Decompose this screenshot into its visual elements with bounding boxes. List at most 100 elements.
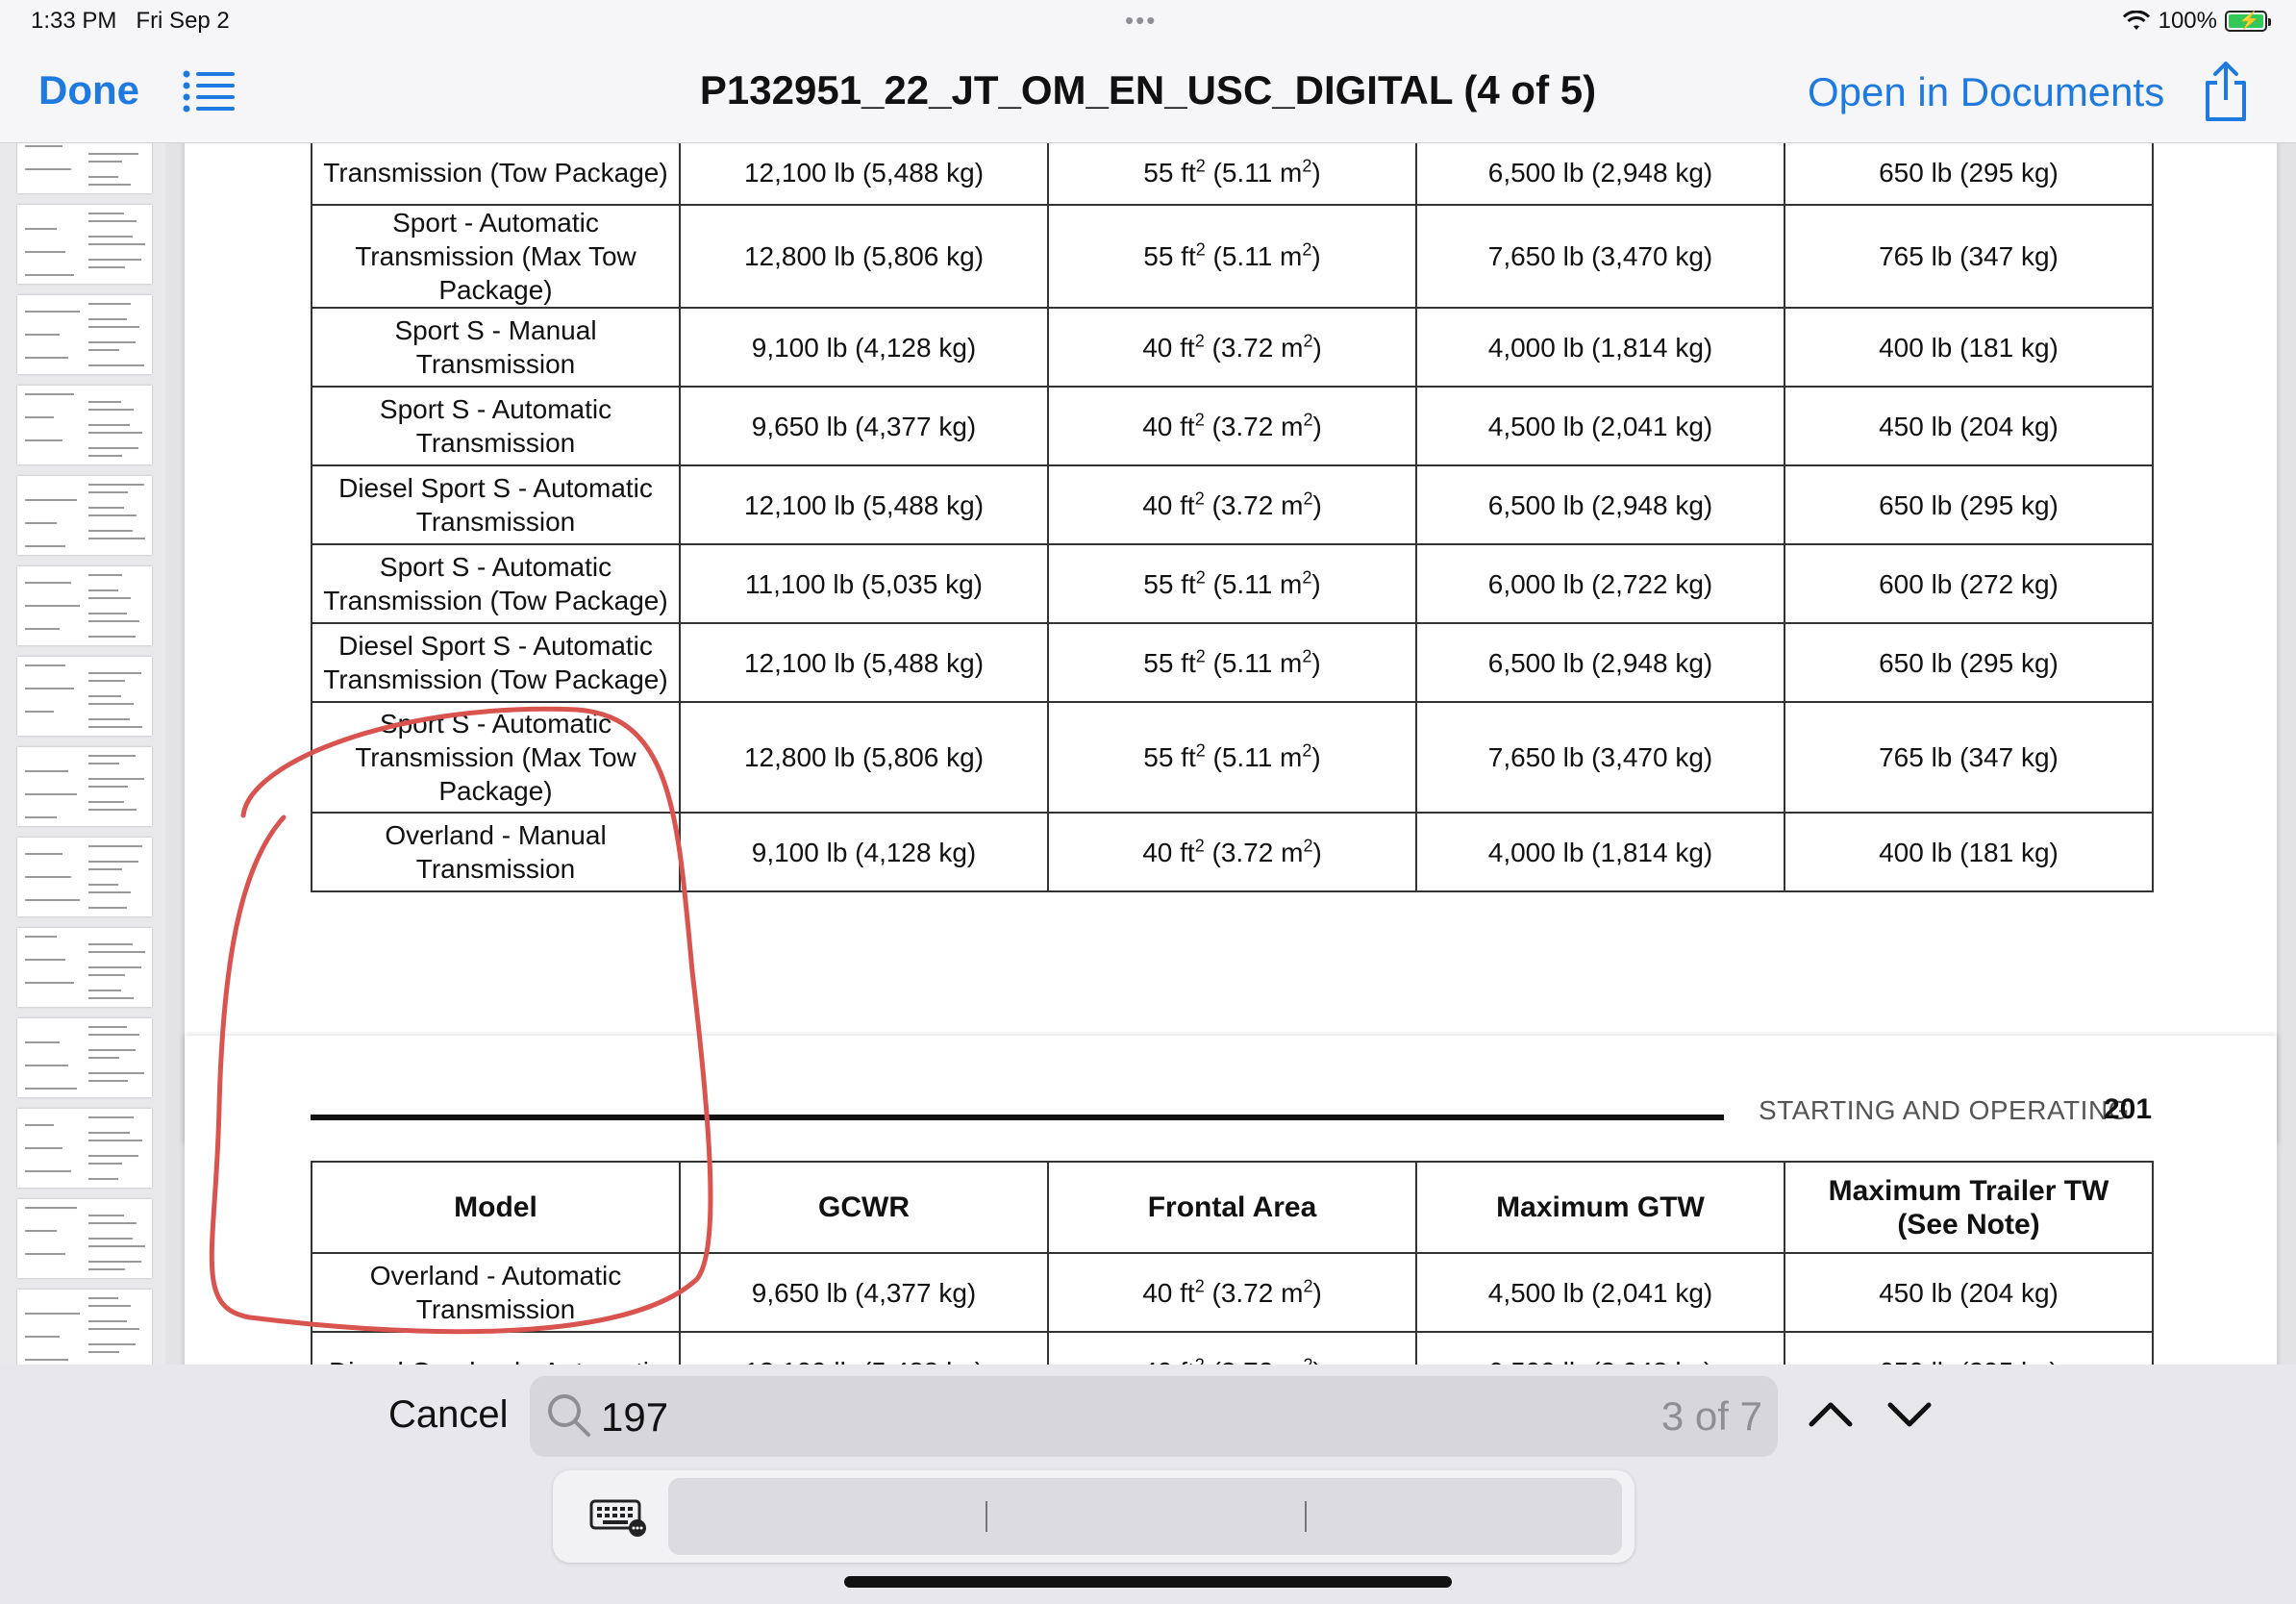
cell-max-trailer-tw: 400 lb (181 kg) xyxy=(1784,307,2154,388)
cell-max-trailer-tw: 650 lb (295 kg) xyxy=(1784,622,2154,703)
list-icon[interactable] xyxy=(183,69,235,113)
cell-frontal-area: 55 ft2 (5.11 m2) xyxy=(1047,143,1417,206)
cell-model: Overland - Manual Transmission xyxy=(311,812,681,892)
cell-frontal-area: 55 ft2 (5.11 m2) xyxy=(1047,701,1417,814)
done-button[interactable]: Done xyxy=(38,67,139,113)
towing-spec-table: Transmission (Tow Package) 12,100 lb (5,4… xyxy=(311,143,2154,892)
cell-max-trailer-tw: 765 lb (347 kg) xyxy=(1784,701,2154,814)
cell-frontal-area: 40 ft2 (3.72 m2) xyxy=(1047,386,1417,466)
cell-gcwr: 12,100 lb (5,488 kg) xyxy=(679,143,1049,206)
pdf-page: STARTING AND OPERATING 201 Model GCWR Fr… xyxy=(185,1036,2277,1365)
header-rule xyxy=(311,1115,1724,1120)
cell-frontal-area: 40 ft2 (3.72 m2) xyxy=(1047,307,1417,388)
status-time: 1:33 PM Fri Sep 2 xyxy=(31,8,230,35)
keyboard-icon[interactable] xyxy=(589,1499,647,1538)
cell-gcwr: 12,800 lb (5,806 kg) xyxy=(679,204,1049,309)
cell-gcwr: 12,100 lb (5,488 kg) xyxy=(679,1331,1049,1365)
cell-gcwr: 12,100 lb (5,488 kg) xyxy=(679,464,1049,545)
home-indicator[interactable] xyxy=(844,1576,1452,1588)
cell-max-trailer-tw: 450 lb (204 kg) xyxy=(1784,1252,2154,1333)
cell-gcwr: 12,100 lb (5,488 kg) xyxy=(679,622,1049,703)
status-clock: 1:33 PM xyxy=(31,8,117,34)
page-thumbnail[interactable] xyxy=(17,476,152,555)
search-icon xyxy=(548,1394,590,1437)
towing-spec-table: Model GCWR Frontal Area Maximum GTW Maxi… xyxy=(311,1161,2154,1365)
cell-max-trailer-tw: 650 lb (295 kg) xyxy=(1784,1331,2154,1365)
section-label: STARTING AND OPERATING xyxy=(1759,1095,2130,1125)
cell-max-gtw: 4,000 lb (1,814 kg) xyxy=(1415,812,1785,892)
page-thumbnail[interactable] xyxy=(17,143,152,193)
column-header-max-trailer-tw: Maximum Trailer TW (See Note) xyxy=(1784,1161,2154,1254)
page-thumbnail[interactable] xyxy=(17,295,152,374)
page-thumbnail[interactable] xyxy=(17,1290,152,1365)
page-thumbnail[interactable] xyxy=(17,566,152,645)
table-row: Sport S - Automatic Transmission 9,650 lb… xyxy=(311,386,2154,466)
battery-percent: 100% xyxy=(2158,8,2217,34)
table-row: Sport S - Manual Transmission 9,100 lb (4… xyxy=(311,307,2154,388)
page-thumbnail[interactable] xyxy=(17,205,152,284)
cell-max-gtw: 4,500 lb (2,041 kg) xyxy=(1415,1252,1785,1333)
table-row: Diesel Sport S - Automatic Transmission … xyxy=(311,622,2154,703)
cancel-button[interactable]: Cancel xyxy=(388,1393,509,1437)
cell-gcwr: 11,100 lb (5,035 kg) xyxy=(679,543,1049,624)
table-row: Sport - Automatic Transmission (Max Tow … xyxy=(311,204,2154,309)
page-thumbnail[interactable] xyxy=(17,386,152,464)
table-row: Transmission (Tow Package) 12,100 lb (5,4… xyxy=(311,143,2154,206)
cell-frontal-area: 40 ft2 (3.72 m2) xyxy=(1047,812,1417,892)
cell-model: Sport S - Automatic Transmission (Max To… xyxy=(311,701,681,814)
column-header-model: Model xyxy=(311,1161,681,1254)
cell-max-trailer-tw: 650 lb (295 kg) xyxy=(1784,143,2154,206)
cell-max-trailer-tw: 650 lb (295 kg) xyxy=(1784,464,2154,545)
cell-frontal-area: 40 ft2 (3.72 m2) xyxy=(1047,464,1417,545)
page-thumbnail[interactable] xyxy=(17,747,152,826)
cell-max-gtw: 6,000 lb (2,722 kg) xyxy=(1415,543,1785,624)
cell-model: Diesel Sport S - Automatic Transmission xyxy=(311,464,681,545)
chevron-up-icon[interactable] xyxy=(1802,1386,1859,1443)
predictive-suggestions[interactable] xyxy=(668,1478,1622,1555)
page-thumbnail[interactable] xyxy=(17,1109,152,1188)
cell-max-gtw: 6,500 lb (2,948 kg) xyxy=(1415,143,1785,206)
cell-model: Diesel Overland - Automatic xyxy=(311,1331,681,1365)
cell-model: Transmission (Tow Package) xyxy=(311,143,681,206)
multitasking-dots-icon[interactable]: ••• xyxy=(1125,6,1157,36)
keyboard-shortcut-bar xyxy=(553,1470,1635,1563)
cell-model: Sport S - Automatic Transmission (Tow Pa… xyxy=(311,543,681,624)
status-bar: 1:33 PM Fri Sep 2 ••• 100% ⚡ xyxy=(0,0,2296,46)
cell-frontal-area: 40 ft2 (3.72 m2) xyxy=(1047,1252,1417,1333)
cell-max-gtw: 6,500 lb (2,948 kg) xyxy=(1415,464,1785,545)
column-header-max-gtw: Maximum GTW xyxy=(1415,1161,1785,1254)
column-header-gcwr: GCWR xyxy=(679,1161,1049,1254)
cell-max-trailer-tw: 400 lb (181 kg) xyxy=(1784,812,2154,892)
chevron-down-icon[interactable] xyxy=(1881,1386,1938,1443)
cell-model: Sport S - Automatic Transmission xyxy=(311,386,681,466)
cell-max-trailer-tw: 765 lb (347 kg) xyxy=(1784,204,2154,309)
open-in-documents-button[interactable]: Open in Documents xyxy=(1808,69,2164,115)
cell-frontal-area: 40 ft2 (3.72 m2) xyxy=(1047,1331,1417,1365)
cell-max-gtw: 4,500 lb (2,041 kg) xyxy=(1415,386,1785,466)
share-icon[interactable] xyxy=(2202,60,2250,123)
cell-max-gtw: 6,500 lb (2,948 kg) xyxy=(1415,622,1785,703)
pdf-page: Transmission (Tow Package) 12,100 lb (5,4… xyxy=(185,143,2277,1143)
table-row: Overland - Manual Transmission 9,100 lb (… xyxy=(311,812,2154,892)
page-thumbnail[interactable] xyxy=(17,838,152,916)
cell-gcwr: 12,800 lb (5,806 kg) xyxy=(679,701,1049,814)
page-thumbnail-sidebar[interactable] xyxy=(0,143,165,1365)
search-input[interactable] xyxy=(599,1388,1276,1447)
cell-model: Sport - Automatic Transmission (Max Tow … xyxy=(311,204,681,309)
search-field[interactable]: 3 of 7 xyxy=(530,1376,1778,1457)
document-view[interactable]: Transmission (Tow Package) 12,100 lb (5,4… xyxy=(165,143,2296,1365)
cell-gcwr: 9,100 lb (4,128 kg) xyxy=(679,307,1049,388)
table-row: Overland - Automatic Transmission 9,650 l… xyxy=(311,1252,2154,1333)
column-header-frontal-area: Frontal Area xyxy=(1047,1161,1417,1254)
page-thumbnail[interactable] xyxy=(17,1199,152,1278)
cell-max-gtw: 6,500 lb (2,948 kg) xyxy=(1415,1331,1785,1365)
navigation-bar: Done P132951_22_JT_OM_EN_USC_DIGITAL (4 … xyxy=(0,46,2296,143)
page-thumbnail[interactable] xyxy=(17,657,152,736)
cell-frontal-area: 55 ft2 (5.11 m2) xyxy=(1047,204,1417,309)
match-count: 3 of 7 xyxy=(1660,1393,1762,1439)
cell-frontal-area: 55 ft2 (5.11 m2) xyxy=(1047,543,1417,624)
table-row: Sport S - Automatic Transmission (Tow Pa… xyxy=(311,543,2154,624)
page-thumbnail[interactable] xyxy=(17,1018,152,1097)
page-thumbnail[interactable] xyxy=(17,928,152,1007)
table-row: Sport S - Automatic Transmission (Max To… xyxy=(311,701,2154,814)
